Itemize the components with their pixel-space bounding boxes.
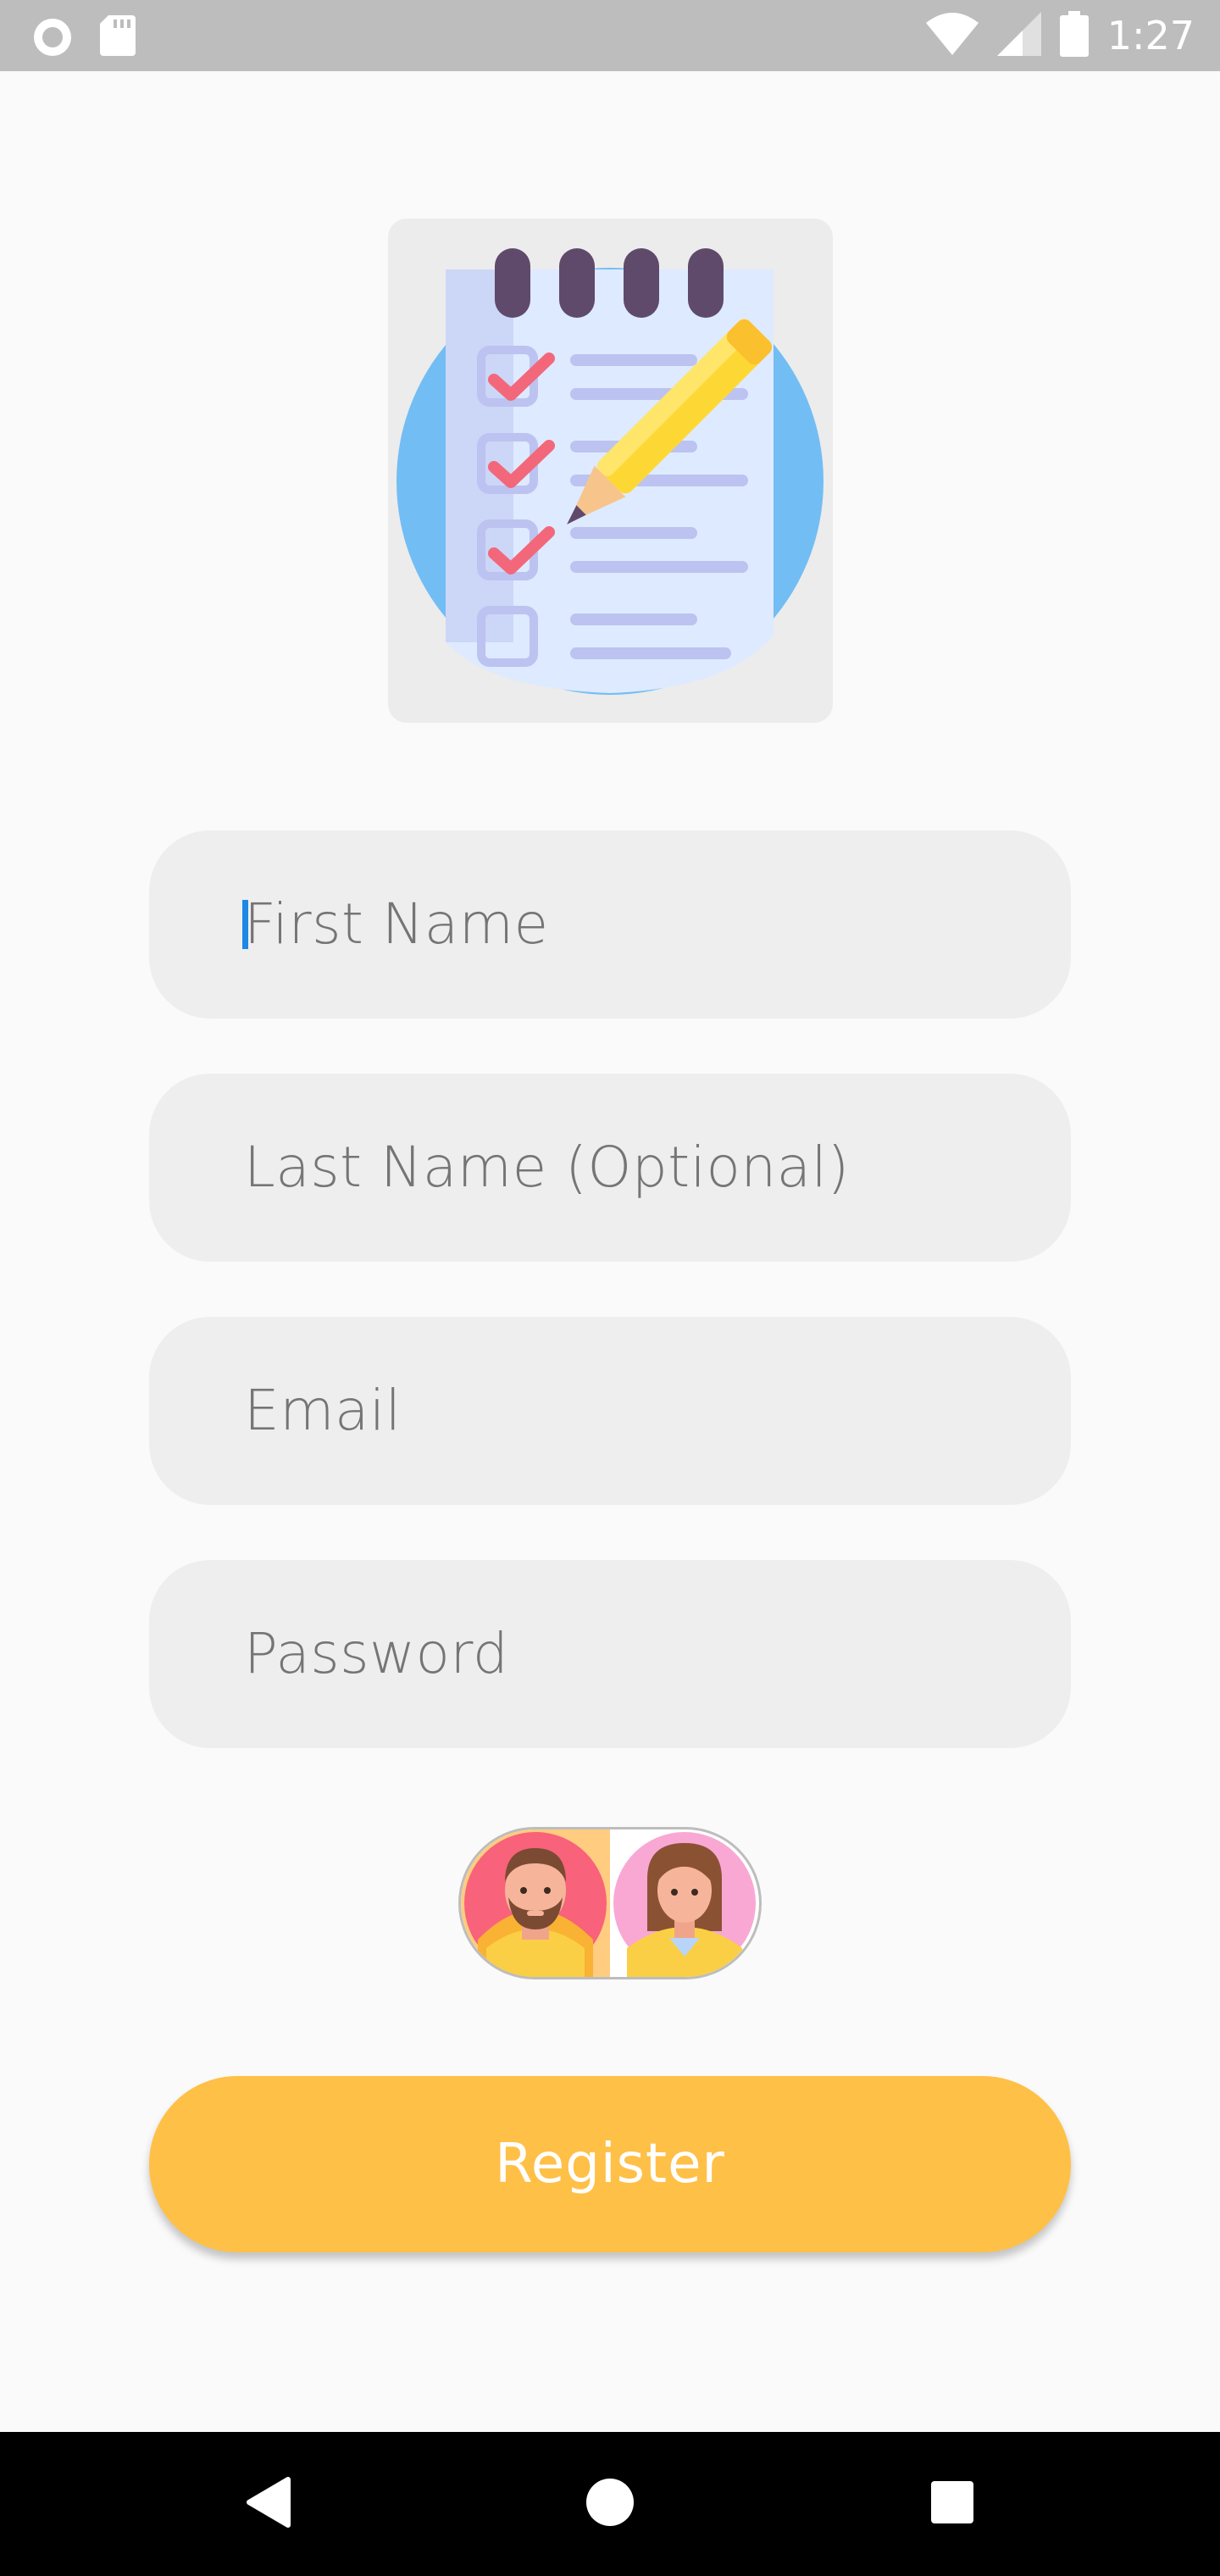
- wifi-icon: [925, 13, 979, 58]
- password-field[interactable]: Password: [149, 1560, 1071, 1748]
- gender-toggle: [458, 1827, 762, 1979]
- recents-button[interactable]: [884, 2432, 1020, 2576]
- navigation-bar: [0, 2432, 1220, 2576]
- back-icon: [244, 2476, 291, 2532]
- male-avatar-icon: [461, 1832, 610, 1977]
- email-placeholder: Email: [244, 1378, 402, 1443]
- last-name-field[interactable]: Last Name (Optional): [149, 1074, 1071, 1262]
- sd-card-icon: [100, 15, 136, 63]
- password-placeholder: Password: [244, 1621, 509, 1686]
- last-name-placeholder: Last Name (Optional): [244, 1135, 850, 1200]
- register-button-label: Register: [495, 2133, 725, 2196]
- checklist-notepad-icon: [388, 219, 833, 723]
- home-icon: [585, 2477, 635, 2531]
- status-bar: 1:27: [0, 0, 1220, 71]
- first-name-placeholder: First Name: [244, 891, 549, 957]
- email-field[interactable]: Email: [149, 1317, 1071, 1505]
- recents-icon: [929, 2479, 975, 2529]
- gender-option-male[interactable]: [461, 1829, 610, 1977]
- battery-icon: [1059, 11, 1089, 60]
- gender-option-female[interactable]: [610, 1829, 759, 1977]
- register-button[interactable]: Register: [149, 2076, 1071, 2252]
- record-icon: [30, 15, 75, 63]
- female-avatar-icon: [610, 1832, 759, 1977]
- home-button[interactable]: [542, 2432, 678, 2576]
- back-button[interactable]: [200, 2432, 336, 2576]
- register-screen: 1:27 First Name Last Name (Optional) Ema…: [0, 0, 1220, 2576]
- signal-icon: [996, 12, 1041, 59]
- first-name-field[interactable]: First Name: [149, 830, 1071, 1019]
- status-time: 1:27: [1106, 13, 1195, 58]
